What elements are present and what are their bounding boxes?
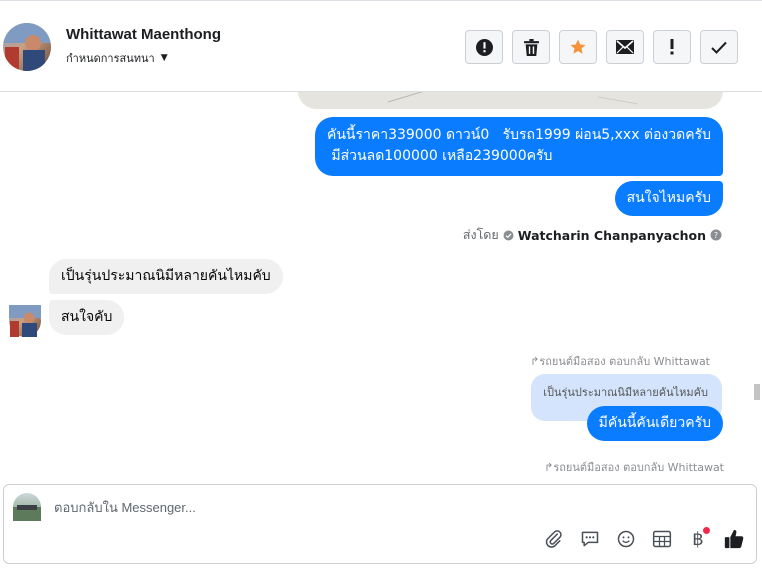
sent-by-name: Watcharin Chanpanyachon [517, 227, 706, 243]
thread-scrollbar[interactable] [752, 92, 762, 472]
help-icon[interactable]: ? [710, 229, 722, 241]
message-thread: คันนี้ราคา339000 ดาวน์0 รับรถ1999 ผ่อน5,… [0, 92, 752, 472]
follow-up-button[interactable] [653, 30, 691, 64]
saved-reply-button[interactable] [578, 527, 602, 551]
assign-label: กำหนดการสนทนา [66, 52, 155, 65]
emoji-button[interactable] [614, 527, 638, 551]
baht-icon: ฿ [692, 528, 704, 550]
message-bubble-incoming[interactable]: เป็นรุ่นประมาณนิมีหลายคันไหมคับ [49, 259, 283, 294]
payment-button[interactable]: ฿ [686, 527, 710, 551]
reply-meta-text: รถยนต์มือสอง ตอบกลับ Whittawat [539, 355, 710, 368]
scrollbar-thumb[interactable] [754, 384, 760, 400]
done-button[interactable] [700, 30, 738, 64]
sent-by-line: ส่งโดย Watcharin Chanpanyachon ? [463, 225, 722, 245]
reply-meta-text: รถยนต์มือสอง ตอบกลับ Whittawat [553, 461, 724, 472]
message-bubble-incoming[interactable]: สนใจคับ [49, 300, 125, 335]
reply-context: ↱รถยนต์มือสอง ตอบกลับ Whittawat [530, 352, 710, 370]
exclamation-icon [670, 39, 674, 55]
message-bubble-outgoing[interactable]: สนใจไหมครับ [614, 181, 723, 216]
grid-card-icon [652, 530, 672, 548]
reply-arrow-icon: ↱ [544, 461, 554, 472]
contact-avatar[interactable] [3, 23, 51, 71]
alert-icon [475, 38, 493, 56]
page-avatar [13, 493, 41, 521]
spam-button[interactable] [465, 30, 503, 64]
image-attachment[interactable] [298, 92, 723, 109]
star-button[interactable] [559, 30, 597, 64]
conversation-header: Whittawat Maenthong กำหนดการสนทนา ▼ [0, 0, 762, 92]
header-actions [465, 30, 738, 64]
message-bubble-outgoing[interactable]: มีคันนี้คันเดียวครับ [586, 406, 723, 441]
contact-avatar-small[interactable] [9, 305, 41, 337]
caret-down-icon: ▼ [160, 53, 168, 63]
svg-text:?: ? [714, 231, 718, 240]
mark-unread-button[interactable] [606, 30, 644, 64]
message-composer: ฿ [3, 484, 757, 564]
trash-icon [523, 38, 539, 56]
composer-tools: ฿ [542, 527, 746, 551]
verified-icon [503, 230, 514, 240]
thumbs-up-icon [724, 529, 744, 549]
assign-conversation-dropdown[interactable]: กำหนดการสนทนา ▼ [66, 49, 168, 67]
notification-dot [703, 527, 710, 534]
checkmark-icon [711, 41, 727, 54]
chat-bubble-icon [581, 531, 599, 547]
star-icon [570, 39, 586, 54]
reply-arrow-icon: ↱ [530, 355, 540, 368]
delete-button[interactable] [512, 30, 550, 64]
template-button[interactable] [650, 527, 674, 551]
message-bubble-outgoing[interactable]: คันนี้ราคา339000 ดาวน์0 รับรถ1999 ผ่อน5,… [314, 117, 723, 176]
sent-by-prefix: ส่งโดย [462, 227, 499, 242]
attachment-button[interactable] [542, 527, 566, 551]
smiley-icon [617, 530, 635, 548]
paperclip-icon [545, 530, 562, 548]
reply-input[interactable] [52, 499, 706, 516]
reply-context: ↱รถยนต์มือสอง ตอบกลับ Whittawat [544, 458, 724, 472]
envelope-icon [616, 40, 634, 54]
like-button[interactable] [722, 527, 746, 551]
contact-name[interactable]: Whittawat Maenthong [66, 26, 221, 43]
